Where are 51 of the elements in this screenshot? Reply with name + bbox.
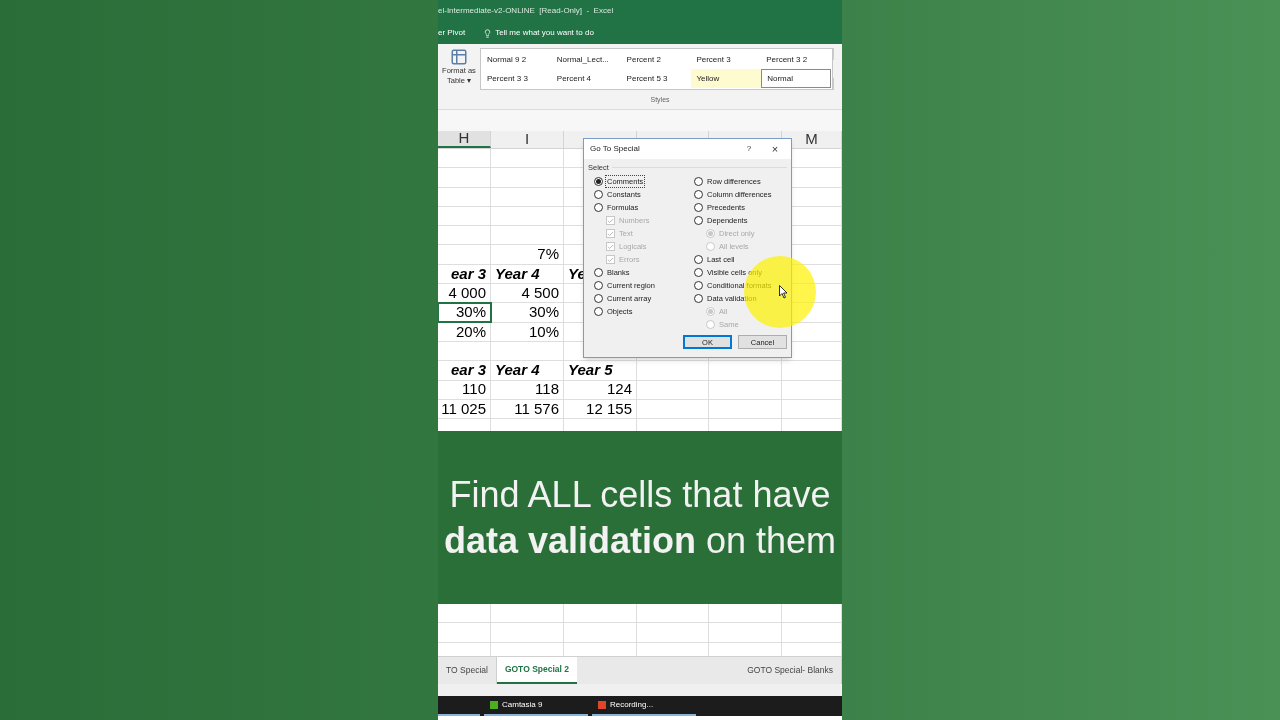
radio-button[interactable] xyxy=(594,307,603,317)
radio-button[interactable] xyxy=(594,190,603,200)
radio-button[interactable] xyxy=(694,268,703,278)
style-swatch[interactable]: Yellow xyxy=(691,69,762,88)
radio-button[interactable] xyxy=(694,190,703,200)
radio-button[interactable] xyxy=(694,203,703,213)
table-cell-text: 118 xyxy=(535,379,559,400)
table-cell-text: 124 xyxy=(606,379,632,400)
radio-button[interactable] xyxy=(694,216,703,226)
table-cell-text: ear 3 xyxy=(450,360,486,381)
pointer-icon xyxy=(779,285,788,299)
table-cell-text: ear 3 xyxy=(450,263,486,284)
window-title: el-Intermediate-v2-ONLINE [Read-Only] - Excel xyxy=(438,5,614,17)
table-cell-text: 11 025 xyxy=(441,398,486,419)
table-cell-text: 7% xyxy=(537,244,559,265)
radio-button[interactable] xyxy=(694,294,703,304)
table-cell-text: Year 4 xyxy=(495,360,540,381)
table-icon xyxy=(450,48,468,66)
table-cell-text: Year 5 xyxy=(568,360,613,381)
radio-button[interactable] xyxy=(694,177,703,187)
lightbulb-icon xyxy=(483,28,493,38)
radio-button[interactable] xyxy=(594,203,603,213)
column-header[interactable]: M xyxy=(805,128,818,151)
radio-button[interactable] xyxy=(594,294,603,304)
style-swatch[interactable]: Normal xyxy=(761,69,831,88)
table-cell-text: 10% xyxy=(528,321,559,342)
radio-button[interactable] xyxy=(694,281,703,291)
help-button[interactable]: ? xyxy=(739,143,759,155)
column-header[interactable]: H xyxy=(458,127,470,150)
table-cell-text: 4 500 xyxy=(521,283,559,303)
table-cell-text: 4 000 xyxy=(448,283,486,303)
table-cell-text: Year 4 xyxy=(495,263,540,284)
radio-button[interactable] xyxy=(594,177,603,187)
tell-me-field[interactable]: Tell me what you want to do xyxy=(495,27,594,39)
ribbon-tab[interactable]: er Pivot xyxy=(438,27,466,39)
table-cell-text: 110 xyxy=(462,379,486,400)
caption-text: Find ALL cells that have data validation on them xyxy=(442,472,838,563)
table-cell-text: 11 576 xyxy=(514,398,559,419)
sheet-tab[interactable]: GOTO Special 2 xyxy=(496,657,577,684)
table-cell-text: 20% xyxy=(455,321,486,342)
table-cell-text: 30% xyxy=(455,302,486,323)
column-header[interactable]: I xyxy=(524,128,530,151)
dialog-title: Go To Special xyxy=(590,143,641,155)
taskbar-item[interactable]: Recording... xyxy=(592,696,696,716)
table-cell-text: 30% xyxy=(528,302,559,323)
radio-button[interactable] xyxy=(594,268,603,278)
close-button[interactable]: × xyxy=(765,140,785,158)
table-cell-text: 12 155 xyxy=(586,398,632,419)
taskbar-item[interactable]: Camtasia 9 xyxy=(484,696,588,716)
radio-button[interactable] xyxy=(594,281,603,291)
radio-button[interactable] xyxy=(694,255,703,265)
